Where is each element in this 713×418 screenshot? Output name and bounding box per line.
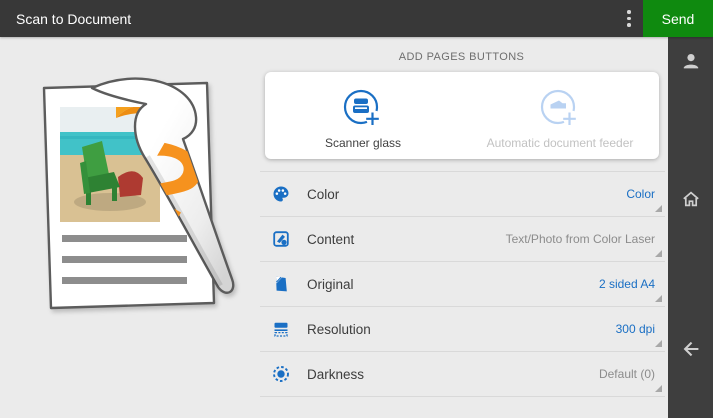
flatbed-scanner-add-icon bbox=[341, 87, 385, 134]
setting-value: Text/Photo from Color Laser bbox=[506, 232, 655, 246]
palette-icon bbox=[272, 185, 290, 203]
setting-label: Resolution bbox=[307, 322, 371, 337]
app-bar: Scan to Document Send bbox=[0, 0, 713, 37]
navigation-rail bbox=[668, 37, 713, 418]
scanner-glass-button[interactable]: Scanner glass bbox=[265, 72, 462, 159]
dropdown-corner-icon bbox=[655, 385, 662, 392]
setting-label: Color bbox=[307, 187, 339, 202]
resolution-icon bbox=[272, 320, 290, 338]
setting-row-resolution[interactable]: Resolution 300 dpi bbox=[260, 306, 665, 351]
two-sided-page-illustration: 2 bbox=[30, 75, 240, 320]
back-icon bbox=[681, 339, 701, 362]
setting-row-content[interactable]: Content Text/Photo from Color Laser bbox=[260, 216, 665, 261]
dropdown-corner-icon bbox=[655, 250, 662, 257]
scanner-glass-label: Scanner glass bbox=[325, 136, 401, 150]
setting-value: Default (0) bbox=[599, 367, 655, 381]
document-preview: 2 bbox=[0, 37, 255, 418]
automatic-document-feeder-label: Automatic document feeder bbox=[487, 136, 634, 150]
page-title: Scan to Document bbox=[16, 11, 131, 27]
dropdown-corner-icon bbox=[655, 205, 662, 212]
original-icon bbox=[272, 275, 290, 293]
add-pages-card: Scanner glass Automatic document feeder bbox=[265, 72, 659, 159]
send-button[interactable]: Send bbox=[643, 0, 713, 37]
setting-value: 2 sided A4 bbox=[599, 277, 655, 291]
setting-row-original[interactable]: Original 2 sided A4 bbox=[260, 261, 665, 306]
content-icon bbox=[272, 230, 290, 248]
account-button[interactable] bbox=[668, 45, 713, 79]
kebab-dot bbox=[627, 10, 631, 14]
home-button[interactable] bbox=[668, 183, 713, 217]
home-icon bbox=[681, 189, 701, 212]
document-feeder-add-icon bbox=[538, 87, 582, 134]
automatic-document-feeder-button[interactable]: Automatic document feeder bbox=[462, 72, 659, 159]
kebab-dot bbox=[627, 23, 631, 27]
setting-row-color[interactable]: Color Color bbox=[260, 171, 665, 216]
darkness-icon bbox=[272, 365, 290, 383]
settings-list: Color Color Content Text/Photo from Colo… bbox=[260, 171, 665, 397]
add-pages-heading: ADD PAGES BUTTONS bbox=[255, 51, 668, 63]
overflow-menu-button[interactable] bbox=[615, 0, 643, 37]
dropdown-corner-icon bbox=[655, 340, 662, 347]
setting-label: Original bbox=[307, 277, 354, 292]
setting-label: Darkness bbox=[307, 367, 364, 382]
kebab-dot bbox=[627, 17, 631, 21]
scan-to-document-screen: Scan to Document Send bbox=[0, 0, 713, 418]
setting-row-darkness[interactable]: Darkness Default (0) bbox=[260, 351, 665, 396]
scan-settings-panel: ADD PAGES BUTTONS Scanner glass bbox=[255, 37, 668, 418]
setting-value: 300 dpi bbox=[616, 322, 655, 336]
dropdown-corner-icon bbox=[655, 295, 662, 302]
setting-label: Content bbox=[307, 232, 354, 247]
setting-value: Color bbox=[626, 187, 655, 201]
back-button[interactable] bbox=[668, 333, 713, 367]
account-icon bbox=[681, 51, 701, 74]
